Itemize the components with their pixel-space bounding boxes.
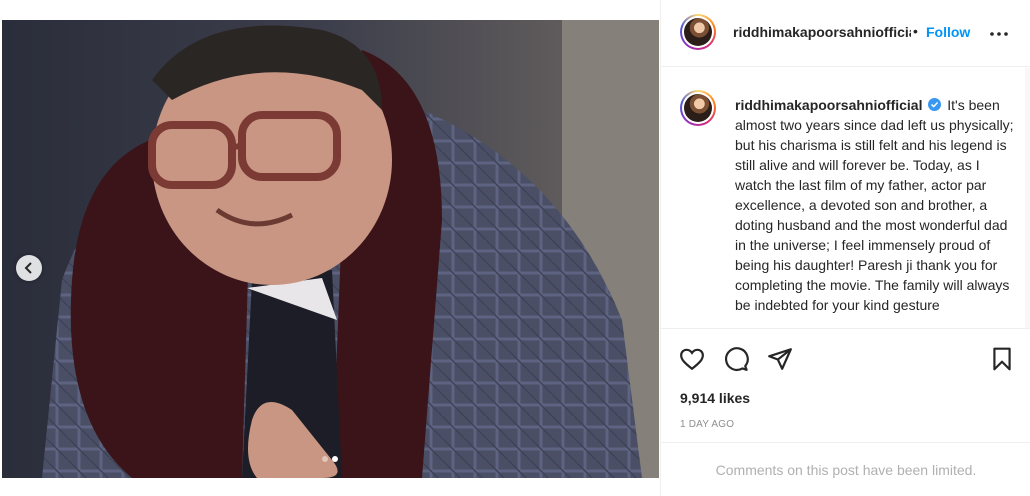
- caption-username[interactable]: riddhimakapoorsahniofficial: [735, 97, 922, 113]
- post-photo: [2, 20, 659, 478]
- post-dialog: riddhimakapoorsahniofficial • Follow rid…: [0, 0, 1030, 496]
- send-icon[interactable]: [767, 346, 793, 372]
- comment-icon[interactable]: [723, 346, 749, 372]
- carousel-prev-button[interactable]: [16, 255, 42, 281]
- comments-scrollbar[interactable]: [1025, 68, 1030, 328]
- post-header: riddhimakapoorsahniofficial • Follow: [661, 0, 1030, 67]
- comments-section[interactable]: riddhimakapoorsahniofficial It's been al…: [661, 68, 1030, 328]
- carousel-dot-active: [332, 456, 338, 462]
- chevron-left-icon: [24, 262, 32, 274]
- carousel-indicator: [322, 456, 338, 462]
- heart-icon[interactable]: [679, 346, 705, 372]
- likes-count[interactable]: 9,914 likes: [680, 390, 750, 406]
- post-side-panel: riddhimakapoorsahniofficial • Follow rid…: [660, 0, 1030, 496]
- comments-limited-notice: Comments on this post have been limited.: [661, 442, 1030, 496]
- more-horizontal-icon[interactable]: [987, 22, 1011, 46]
- author-username[interactable]: riddhimakapoorsahniofficial: [733, 24, 911, 40]
- action-bar: [661, 328, 1030, 388]
- author-avatar[interactable]: [680, 14, 716, 50]
- post-timestamp[interactable]: 1 DAY AGO: [680, 419, 734, 430]
- bookmark-icon[interactable]: [989, 346, 1015, 372]
- carousel-dot: [322, 456, 328, 462]
- post-caption: riddhimakapoorsahniofficial It's been al…: [735, 95, 1018, 315]
- caption-text: It's been almost two years since dad lef…: [735, 97, 1014, 313]
- follow-button[interactable]: Follow: [926, 24, 970, 40]
- verified-badge-icon: [928, 98, 942, 111]
- separator-dot: •: [913, 23, 918, 39]
- caption-author-avatar[interactable]: [680, 90, 716, 126]
- post-media[interactable]: [2, 20, 659, 478]
